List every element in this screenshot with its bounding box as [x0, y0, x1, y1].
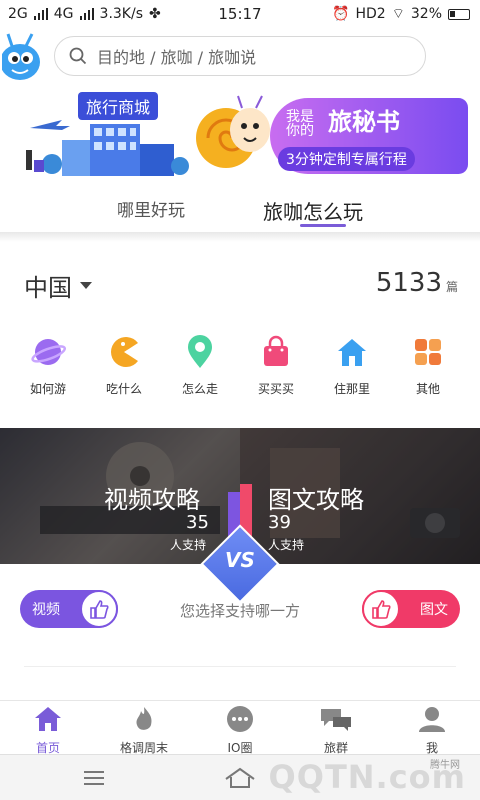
wifi-icon: ⌔	[391, 6, 405, 22]
video-support-label: 人支持	[170, 538, 207, 552]
secretary-prefix: 我是 你的	[286, 109, 314, 139]
pacman-icon	[111, 337, 138, 367]
menu-icon[interactable]	[82, 769, 106, 787]
nav-weekend[interactable]: 格调周末	[109, 705, 179, 756]
video-guide-title: 视频攻略	[104, 486, 200, 514]
battery-percent: 32%	[410, 6, 442, 22]
region-name: 中国	[24, 274, 72, 302]
category-where-to-stay[interactable]: 住那里	[322, 334, 382, 397]
shopping-bag-icon	[264, 335, 288, 366]
hd-label: HD2	[355, 6, 386, 22]
alarm-icon: ⏰	[332, 6, 350, 22]
city-buildings-illustration	[26, 120, 189, 176]
tab-shadow	[0, 232, 480, 242]
vote-image-text-button[interactable]: 图文	[362, 590, 460, 628]
tab-where-fun[interactable]: 哪里好玩	[117, 196, 185, 221]
category-other[interactable]: 其他	[398, 334, 458, 397]
category-shopping[interactable]: 买买买	[246, 334, 306, 397]
article-count-unit: 篇	[445, 280, 458, 294]
grid-icon	[415, 339, 441, 365]
region-selector[interactable]: 中国	[24, 268, 92, 303]
battery-icon	[448, 8, 470, 20]
status-bar: 2G 4G 3.3K/s ✤ 15:17 ⏰ HD2 ⌔ 32%	[0, 0, 480, 28]
image-text-support-count: 39	[268, 512, 291, 533]
mascot-avatar-icon[interactable]	[2, 30, 44, 82]
section-divider	[24, 666, 456, 667]
location-pin-icon	[188, 335, 212, 368]
nav-home[interactable]: 首页	[13, 705, 83, 756]
group-chat-icon	[321, 709, 351, 731]
secretary-subtitle: 3分钟定制专属行程	[278, 147, 415, 171]
category-how-to-go[interactable]: 怎么走	[170, 334, 230, 397]
snail-mascot-icon	[196, 95, 270, 168]
user-icon	[419, 707, 445, 732]
thumbs-up-icon-2	[362, 590, 400, 628]
article-count: 5133 篇	[376, 268, 458, 298]
category-how-to-travel[interactable]: 如何游	[18, 334, 78, 397]
house-icon	[338, 339, 366, 366]
vote-image-text-label: 图文	[420, 602, 448, 618]
image-text-support-label: 人支持	[268, 538, 305, 552]
nav-me[interactable]: 我	[397, 705, 467, 756]
search-placeholder: 目的地 / 旅咖 / 旅咖说	[97, 48, 257, 67]
nav-io-circle[interactable]: IO圈	[205, 705, 275, 756]
bottom-nav: 首页 格调周末 IO圈 旅群 我	[0, 700, 480, 756]
home-system-icon[interactable]	[224, 767, 256, 789]
content-tabs: 哪里好玩 旅咖怎么玩	[0, 186, 480, 232]
planet-icon	[31, 339, 67, 365]
tab-how-to-play[interactable]: 旅咖怎么玩	[263, 196, 363, 225]
search-icon	[69, 47, 87, 65]
article-count-number: 5133	[375, 268, 442, 298]
home-icon	[35, 707, 61, 731]
vs-badge-text: VS	[225, 548, 255, 572]
active-tab-indicator	[300, 224, 346, 227]
flame-icon	[136, 707, 152, 730]
category-what-to-eat[interactable]: 吃什么	[94, 334, 154, 397]
secretary-title: 旅秘书	[328, 108, 400, 136]
top-bar: 目的地 / 旅咖 / 旅咖说	[0, 28, 480, 86]
nav-travel-group[interactable]: 旅群	[301, 705, 371, 756]
watermark-small: 腾牛网	[430, 760, 460, 771]
search-input[interactable]: 目的地 / 旅咖 / 旅咖说	[54, 36, 426, 76]
chat-dots-icon	[227, 706, 253, 732]
image-text-guide-title: 图文攻略	[268, 486, 364, 514]
caret-down-icon	[80, 282, 92, 289]
video-support-count: 35	[186, 512, 209, 533]
promo-banner[interactable]: 旅行商城 我是 你的 旅秘书 3分钟定制专属行程	[0, 88, 480, 180]
